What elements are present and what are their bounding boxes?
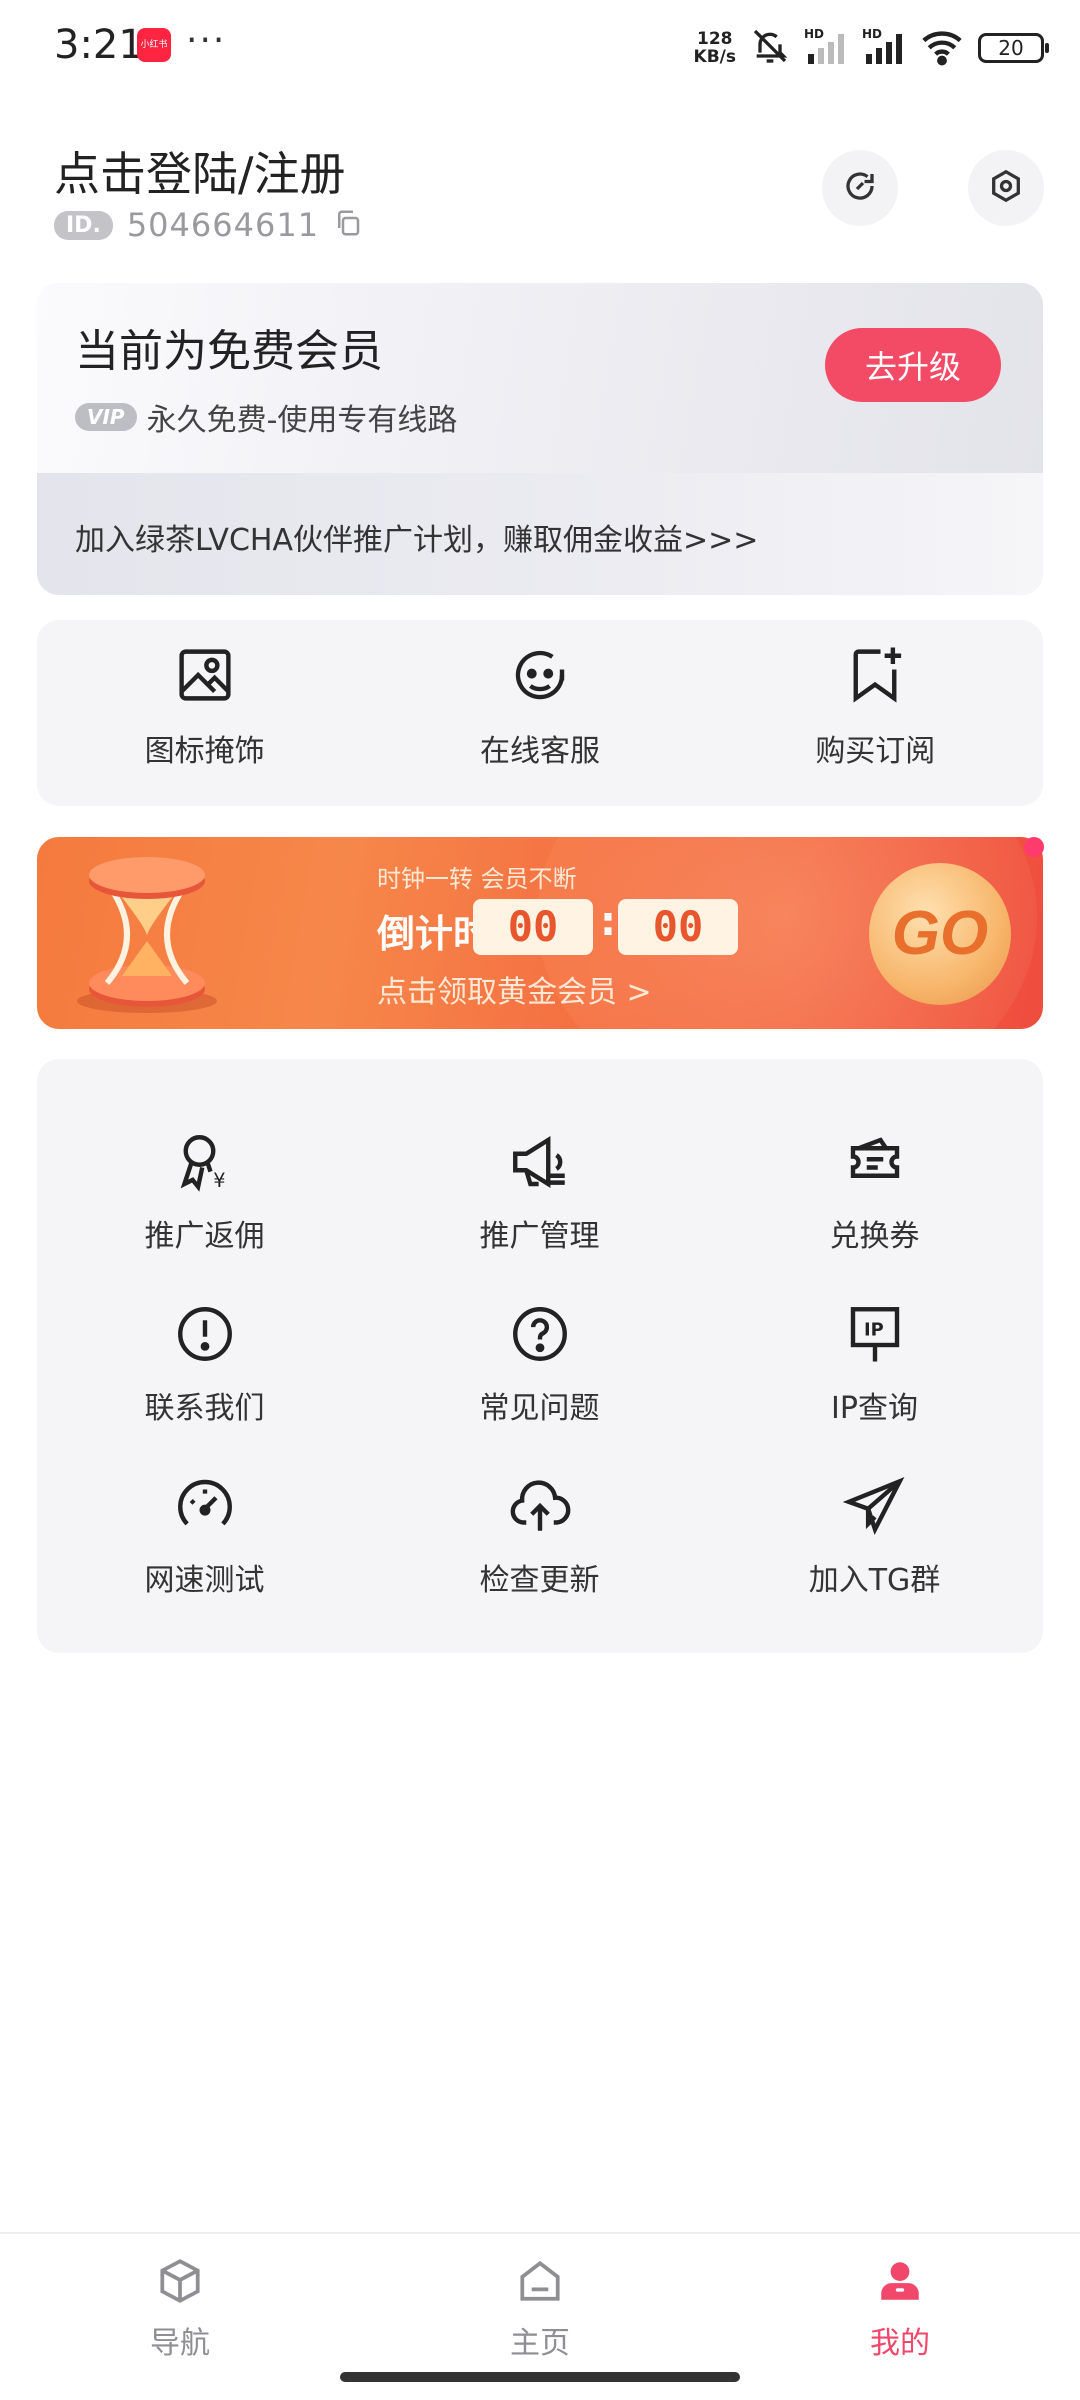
exclamation-icon: [172, 1301, 238, 1371]
vip-description: 永久免费-使用专有线路: [146, 403, 458, 438]
claim-gold-member-link[interactable]: 点击领取黄金会员 >: [377, 967, 652, 1011]
telegram-icon: [842, 1473, 908, 1543]
grid-item-label: 加入TG群: [808, 1563, 941, 1598]
grid-item-join-tg[interactable]: 加入TG群: [707, 1473, 1042, 1623]
question-icon: [507, 1301, 573, 1371]
grid-item-referral-commission[interactable]: ¥ 推广返佣: [37, 1129, 372, 1279]
coupon-icon: [842, 1129, 908, 1199]
grid-item-label: 推广管理: [479, 1219, 600, 1254]
svg-text:¥: ¥: [213, 1169, 225, 1192]
grid-item-redeem-coupon[interactable]: 兑换券: [707, 1129, 1042, 1279]
banner-subtitle: 时钟一转 会员不断: [377, 865, 577, 893]
login-register-link[interactable]: 点击登陆/注册: [54, 138, 346, 204]
grid-item-label: 联系我们: [144, 1391, 265, 1426]
user-icon: [875, 2256, 925, 2310]
signal-2-icon: HD: [862, 26, 906, 70]
mute-icon: [750, 26, 790, 70]
svg-text:HD: HD: [862, 27, 882, 41]
user-id-value: 504664611: [126, 206, 320, 244]
grid-item-speed-test[interactable]: 网速测试: [37, 1473, 372, 1623]
nav-tab-mine[interactable]: 我的: [800, 2256, 1000, 2362]
hourglass-icon: [67, 851, 257, 1025]
cube-icon: [155, 2256, 205, 2310]
partner-promo-banner[interactable]: 加入绿茶LVCHA伙伴推广计划，赚取佣金收益>>>: [37, 473, 1043, 595]
membership-title: 当前为免费会员: [75, 326, 383, 377]
net-speed: 128 KB/s: [693, 29, 736, 67]
battery-indicator: 20: [978, 33, 1049, 63]
quick-action-label: 在线客服: [479, 734, 600, 769]
copy-icon[interactable]: [333, 208, 363, 242]
gold-member-promo-banner[interactable]: 时钟一转 会员不断 倒计时 00 : 00 点击领取黄金会员 > GO: [37, 837, 1043, 1029]
svg-text:HD: HD: [804, 27, 824, 41]
membership-card: 当前为免费会员 VIP 永久免费-使用专有线路 去升级 加入绿茶LVCHA伙伴推…: [37, 283, 1043, 595]
quick-action-label: 购买订阅: [815, 734, 936, 769]
grid-item-faq[interactable]: 常见问题: [372, 1301, 707, 1451]
grid-item-label: 网速测试: [144, 1563, 265, 1598]
quick-actions: 图标掩饰 在线客服 购买订阅: [37, 620, 1043, 806]
countdown-separator: :: [600, 899, 616, 945]
quick-action-label: 图标掩饰: [144, 734, 265, 769]
countdown-minutes: 00: [473, 899, 593, 955]
countdown-seconds: 00: [618, 899, 738, 955]
grid-item-label: 常见问题: [479, 1391, 600, 1426]
grid-item-label: 推广返佣: [144, 1219, 265, 1254]
user-id-row: ID. 504664611: [54, 206, 363, 244]
status-bar: 3:21 小红书 ··· 128 KB/s HD HD 20: [0, 0, 1080, 92]
signal-1-icon: HD: [804, 26, 848, 70]
nav-label: 我的: [870, 2326, 930, 2361]
partner-promo-link[interactable]: 加入绿茶LVCHA伙伴推广计划，赚取佣金收益>>>: [75, 515, 758, 559]
quick-action-buy-subscription[interactable]: 购买订阅: [708, 620, 1043, 806]
grid-item-contact-us[interactable]: 联系我们: [37, 1301, 372, 1451]
quick-action-icon-disguise[interactable]: 图标掩饰: [37, 620, 372, 806]
bookmark-plus-icon: [842, 642, 908, 712]
image-icon: [172, 642, 238, 712]
nav-label: 主页: [510, 2326, 570, 2361]
refresh-icon: [842, 168, 878, 208]
home-icon: [515, 2256, 565, 2310]
cloud-upload-icon: [507, 1473, 573, 1543]
quick-action-customer-service[interactable]: 在线客服: [372, 620, 707, 806]
award-yuan-icon: ¥: [172, 1129, 238, 1199]
status-indicators: 128 KB/s HD HD 20: [693, 24, 1049, 72]
home-indicator[interactable]: [340, 2372, 740, 2382]
grid-item-label: 兑换券: [829, 1219, 920, 1254]
vip-badge: VIP: [75, 403, 137, 431]
nav-label: 导航: [150, 2326, 210, 2361]
settings-icon: [988, 168, 1024, 208]
feature-grid: ¥ 推广返佣 推广管理 兑换券 联系我们 常见问题 IP IP查询 网速测试 检…: [37, 1059, 1043, 1653]
customer-service-icon: [507, 642, 573, 712]
ip-icon: IP: [842, 1301, 908, 1371]
membership-status: 当前为免费会员 VIP 永久免费-使用专有线路 去升级: [37, 283, 1043, 473]
megaphone-icon: [507, 1129, 573, 1199]
grid-item-label: 检查更新: [479, 1563, 600, 1598]
vip-row: VIP 永久免费-使用专有线路: [75, 395, 457, 439]
speedometer-icon: [172, 1473, 238, 1543]
grid-item-ip-lookup[interactable]: IP IP查询: [707, 1301, 1042, 1451]
status-time: 3:21: [54, 22, 144, 68]
grid-item-label: IP查询: [831, 1391, 918, 1426]
id-badge: ID.: [54, 210, 113, 240]
go-button[interactable]: GO: [869, 863, 1011, 1005]
notification-app-icon: 小红书: [137, 28, 171, 62]
more-notifications-icon: ···: [186, 20, 227, 61]
wifi-icon: [920, 26, 964, 70]
nav-tab-home[interactable]: 主页: [440, 2256, 640, 2362]
svg-text:IP: IP: [864, 1319, 884, 1340]
upgrade-button[interactable]: 去升级: [825, 328, 1001, 402]
settings-button[interactable]: [968, 150, 1044, 226]
notification-dot: [1024, 837, 1044, 857]
grid-item-promotion-management[interactable]: 推广管理: [372, 1129, 707, 1279]
refresh-button[interactable]: [822, 150, 898, 226]
nav-tab-navigation[interactable]: 导航: [80, 2256, 280, 2362]
grid-item-check-update[interactable]: 检查更新: [372, 1473, 707, 1623]
